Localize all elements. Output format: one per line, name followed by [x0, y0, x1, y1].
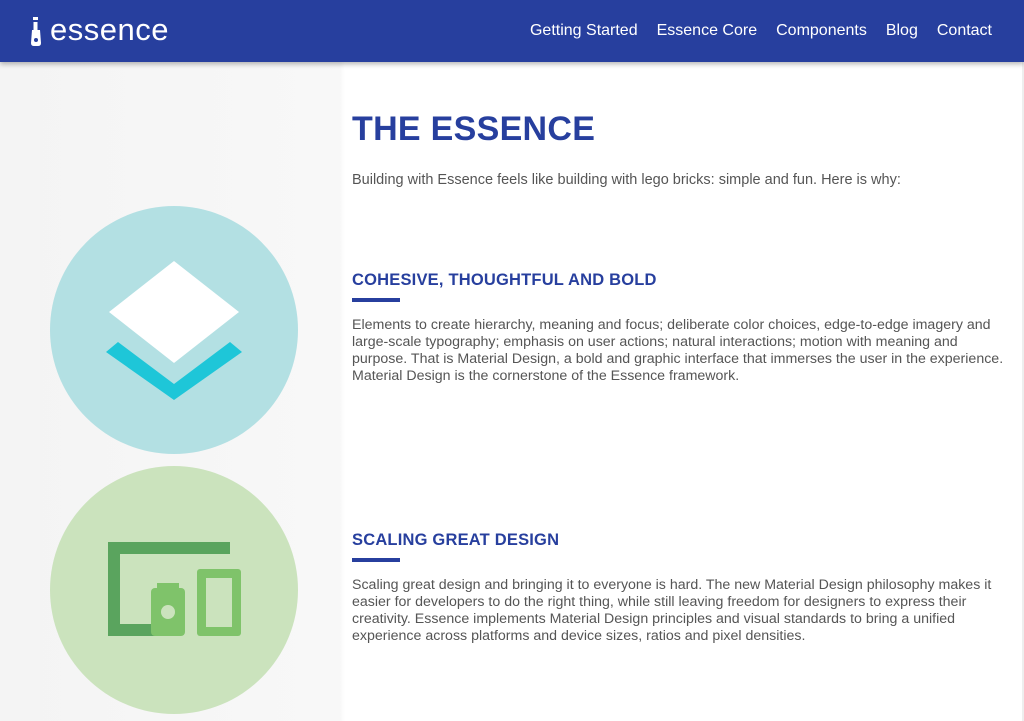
feature-text-scaling: Scaling great design and bringing it to … [352, 577, 992, 644]
feature-underline [352, 298, 400, 302]
devices-icon [108, 542, 241, 636]
brand-logo-link[interactable]: essence [28, 12, 169, 48]
nav-link-getting-started[interactable]: Getting Started [530, 22, 638, 40]
feature-underline [352, 558, 400, 562]
feature-heading-cohesive: COHESIVE, THOUGHTFUL AND BOLD [352, 271, 657, 289]
nav-link-components[interactable]: Components [776, 22, 867, 40]
flask-icon [31, 17, 41, 46]
brand-name: essence [50, 12, 169, 47]
main-nav: Getting Started Essence Core Components … [511, 0, 992, 62]
feature-circle-scaling [50, 466, 298, 714]
nav-link-blog[interactable]: Blog [886, 22, 918, 40]
nav-link-essence-core[interactable]: Essence Core [657, 22, 758, 40]
feature-circle-cohesive [50, 206, 298, 454]
feature-text-cohesive: Elements to create hierarchy, meaning an… [352, 317, 1004, 384]
top-navbar: essence Getting Started Essence Core Com… [0, 0, 1024, 62]
feature-heading-scaling: SCALING GREAT DESIGN [352, 531, 560, 549]
page-title: THE ESSENCE [352, 110, 596, 148]
nav-link-contact[interactable]: Contact [937, 22, 992, 40]
intro-text: Building with Essence feels like buildin… [352, 172, 901, 188]
layers-icon [106, 261, 242, 400]
